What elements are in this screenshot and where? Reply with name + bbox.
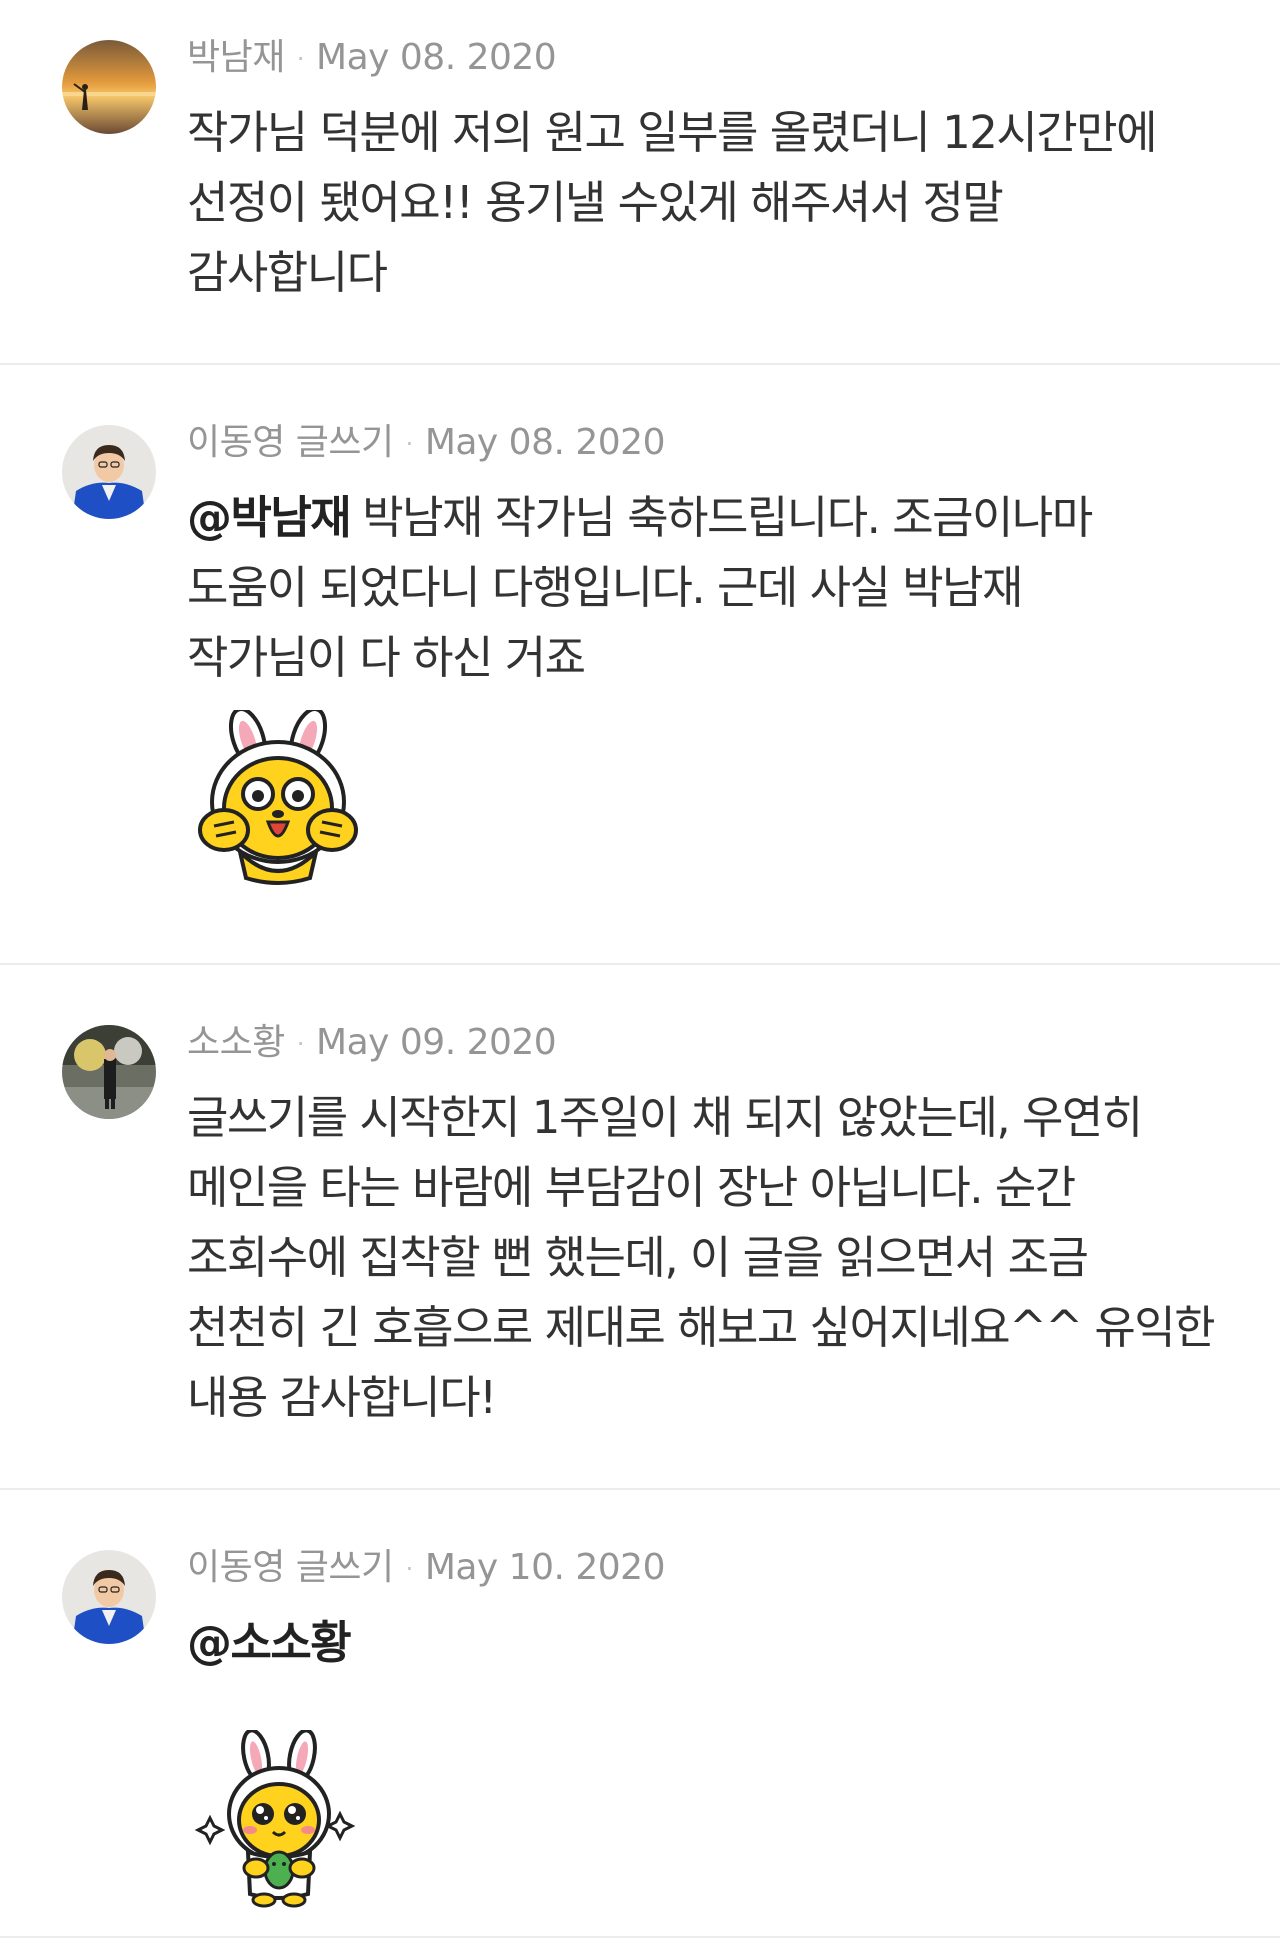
comment-line: 내용 감사합니다! (187, 1371, 497, 1424)
avatar[interactable] (62, 425, 156, 519)
separator-dot: · (405, 430, 414, 458)
rabbit-hug-sticker-icon (194, 1730, 356, 1908)
comment-line: 조회수에 집착할 뻔 했는데, 이 글을 읽으면서 조금 (187, 1231, 1089, 1284)
author-name[interactable]: 이동영 글쓰기 (187, 1547, 394, 1588)
avatar[interactable] (62, 1025, 156, 1119)
comment-text: 글쓰기를 시작한지 1주일이 채 되지 않았는데, 우연히 메인을 타는 바람에… (187, 1083, 1247, 1433)
author-name[interactable]: 이동영 글쓰기 (187, 422, 394, 463)
comment-item: 소소황 · May 09. 2020 글쓰기를 시작한지 1주일이 채 되지 않았는… (0, 965, 1280, 1490)
comment-line-text: 박남재 작가님 축하드립니다. 조금이나마 (362, 491, 1093, 544)
comment-item: 이동영 글쓰기 · May 08. 2020 @박남재 박남재 작가님 축하드립니다.… (0, 365, 1280, 965)
comment-text: 작가님 덕분에 저의 원고 일부를 올렸더니 12시간만에 선정이 됐어요!! … (187, 98, 1247, 308)
avatar[interactable] (62, 1550, 156, 1644)
comment-meta: 박남재 · May 08. 2020 (187, 36, 557, 81)
comment-line: 천천히 긴 호흡으로 제대로 해보고 싶어지네요^^ 유익한 (187, 1301, 1216, 1354)
comment-line: @소소황 (187, 1608, 1247, 1678)
comment-item: 이동영 글쓰기 · May 10. 2020 @소소황 (0, 1490, 1280, 1938)
comment-meta: 소소황 · May 09. 2020 (187, 1021, 557, 1066)
author-name[interactable]: 소소황 (187, 1022, 285, 1063)
separator-dot: · (296, 45, 305, 73)
street-avatar-image (62, 1025, 156, 1119)
avatar[interactable] (62, 40, 156, 134)
comment-line: 메인을 타는 바람에 부담감이 장난 아닙니다. 순간 (187, 1161, 1076, 1214)
comment-text: @소소황 (187, 1608, 1247, 1678)
comment-date: May 09. 2020 (316, 1022, 557, 1063)
rabbit-sticker-icon (198, 710, 358, 885)
mention-link[interactable]: @소소황 (187, 1616, 352, 1669)
sunset-avatar-image (62, 40, 156, 134)
comment-date: May 08. 2020 (424, 422, 666, 463)
comment-meta: 이동영 글쓰기 · May 10. 2020 (187, 1546, 666, 1591)
comment-line: 도움이 되었다니 다행입니다. 근데 사실 박남재 (187, 561, 1023, 614)
author-name[interactable]: 박남재 (187, 37, 285, 78)
mention-link[interactable]: @박남재 (187, 491, 352, 544)
rabbit-character-hug-sticker (190, 1730, 370, 1910)
comment-line: 작가님 덕분에 저의 원고 일부를 올렸더니 12시간만에 (187, 106, 1158, 159)
comment-item: 박남재 · May 08. 2020 작가님 덕분에 저의 원고 일부를 올렸더니 … (0, 0, 1280, 365)
comment-line: 감사합니다 (187, 246, 388, 299)
separator-dot: · (296, 1030, 305, 1058)
comment-line: 선정이 됐어요!! 용기낼 수있게 해주셔서 정말 (187, 176, 1004, 229)
comment-date: May 10. 2020 (424, 1547, 666, 1588)
comment-meta: 이동영 글쓰기 · May 08. 2020 (187, 421, 666, 466)
comment-date: May 08. 2020 (316, 37, 557, 78)
comment-text: @박남재 박남재 작가님 축하드립니다. 조금이나마 도움이 되었다니 다행입니다… (187, 483, 1247, 693)
person-avatar-image (62, 1550, 156, 1644)
comment-line: 작가님이 다 하신 거죠 (187, 631, 586, 684)
comment-line: 글쓰기를 시작한지 1주일이 채 되지 않았는데, 우연히 (187, 1091, 1143, 1144)
rabbit-character-sticker (190, 710, 370, 890)
comment-line: @박남재 박남재 작가님 축하드립니다. 조금이나마 (187, 483, 1247, 553)
person-avatar-image (62, 425, 156, 519)
separator-dot: · (405, 1555, 414, 1583)
